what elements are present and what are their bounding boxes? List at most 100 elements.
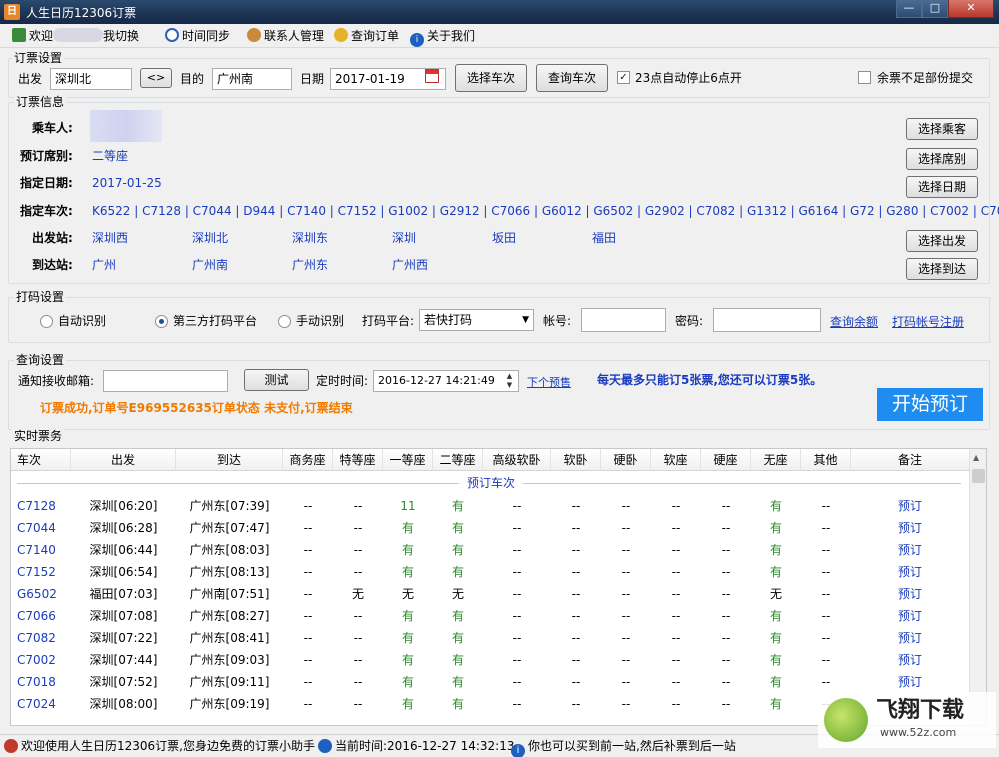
- table-cell: --: [303, 609, 313, 623]
- table-row[interactable]: C7002 深圳[07:44] 广州东[09:03] -- -- 有 有 -- -- -- -- --…: [11, 649, 969, 671]
- column-header[interactable]: 到达: [176, 449, 283, 471]
- next-presale-link[interactable]: 下个预售: [527, 374, 571, 390]
- column-header[interactable]: 软卧: [551, 449, 601, 471]
- table-cell: 11: [400, 499, 416, 513]
- menu-time-sync-label: 时间同步: [182, 29, 231, 43]
- train-number-cell: C7140: [17, 543, 56, 557]
- auto-stop-checkbox[interactable]: ✓: [617, 71, 630, 84]
- book-link[interactable]: 预订: [851, 649, 969, 671]
- table-row[interactable]: C7152 深圳[06:54] 广州东[08:13] -- -- 有 有 -- -- -- -- --…: [11, 561, 969, 583]
- table-row[interactable]: C7018 深圳[07:52] 广州东[09:11] -- -- 有 有 -- -- -- -- --…: [11, 671, 969, 693]
- status-tip-text: 你也可以买到前一站,然后补票到后一站: [528, 739, 736, 753]
- captcha-manual-radio[interactable]: [278, 315, 291, 328]
- captcha-third-party-radio[interactable]: [155, 315, 168, 328]
- user-icon: [12, 28, 26, 42]
- table-row[interactable]: C7044 深圳[06:28] 广州东[07:47] -- -- 有 有 -- -- -- -- --…: [11, 517, 969, 539]
- window-title: 人生日历12306订票: [26, 6, 137, 20]
- timer-input[interactable]: 2016-12-27 14:21:49: [373, 370, 519, 392]
- table-cell: --: [821, 631, 831, 645]
- select-to-button[interactable]: 选择到达: [906, 258, 978, 280]
- column-header[interactable]: 商务座: [283, 449, 333, 471]
- table-cell: --: [353, 631, 363, 645]
- captcha-third-party-label: 第三方打码平台: [173, 314, 258, 328]
- to-label: 目的: [180, 72, 205, 86]
- menu-time-sync[interactable]: 时间同步: [165, 28, 230, 46]
- from-station: 深圳西: [92, 231, 129, 245]
- swap-button[interactable]: <>: [140, 68, 172, 88]
- column-header[interactable]: 出发: [71, 449, 176, 471]
- query-train-button[interactable]: 查询车次: [536, 64, 608, 92]
- column-header[interactable]: 二等座: [433, 449, 483, 471]
- account-input[interactable]: [581, 308, 666, 332]
- column-header[interactable]: 特等座: [333, 449, 383, 471]
- column-header[interactable]: 其他: [801, 449, 851, 471]
- select-train-button[interactable]: 选择车次: [455, 64, 527, 92]
- book-link[interactable]: 预订: [851, 561, 969, 583]
- email-input[interactable]: [103, 370, 228, 392]
- table-cell: --: [571, 499, 581, 513]
- chevron-down-icon: ▼: [522, 315, 529, 325]
- section-label: 预订车次: [459, 476, 524, 490]
- menu-about[interactable]: i 关于我们: [410, 28, 475, 47]
- captcha-auto-radio[interactable]: [40, 315, 53, 328]
- column-header[interactable]: 一等座: [383, 449, 433, 471]
- scrollbar-thumb[interactable]: [972, 469, 985, 483]
- title-bar[interactable]: 日 人生日历12306订票 — □ ✕: [0, 0, 999, 24]
- table-cell: 无: [451, 587, 464, 601]
- menu-query-order[interactable]: 查询订单: [334, 28, 399, 46]
- calendar-icon[interactable]: [425, 69, 439, 83]
- table-cell: --: [721, 587, 731, 601]
- column-header[interactable]: 高级软卧: [483, 449, 551, 471]
- table-cell: --: [353, 521, 363, 535]
- book-link[interactable]: 预订: [851, 517, 969, 539]
- book-link[interactable]: 预订: [851, 583, 969, 605]
- status-time-text: 当前时间:2016-12-27 14:32:13: [335, 739, 515, 753]
- table-row[interactable]: G6502 福田[07:03] 广州南[07:51] -- 无 无 无 -- -- -- -- -- 无…: [11, 583, 969, 605]
- watermark-brand: 飞翔下载: [876, 698, 965, 723]
- captcha-register-link[interactable]: 打码帐号注册: [892, 313, 964, 330]
- book-link[interactable]: 预订: [851, 495, 969, 517]
- table-cell: --: [821, 587, 831, 601]
- captcha-platform-select[interactable]: 若快打码 ▼: [419, 309, 534, 331]
- menu-contacts[interactable]: 联系人管理: [247, 28, 324, 46]
- table-cell: --: [303, 565, 313, 579]
- table-row[interactable]: C7140 深圳[06:44] 广州东[08:03] -- -- 有 有 -- -- -- -- --…: [11, 539, 969, 561]
- table-cell: 无: [769, 587, 782, 601]
- column-header[interactable]: 车次: [11, 449, 71, 471]
- select-passenger-button[interactable]: 选择乘客: [906, 118, 978, 140]
- table-cell: --: [353, 565, 363, 579]
- table-row[interactable]: C7128 深圳[06:20] 广州东[07:39] -- -- 11 有 -- -- -- -- -…: [11, 495, 969, 517]
- select-from-button[interactable]: 选择出发: [906, 230, 978, 252]
- book-link[interactable]: 预订: [851, 671, 969, 693]
- column-header[interactable]: 硬卧: [601, 449, 651, 471]
- vertical-scrollbar[interactable]: ▲: [969, 449, 986, 725]
- column-header[interactable]: 软座: [651, 449, 701, 471]
- table-cell: 深圳[07:52]: [89, 675, 158, 689]
- menu-switch-user[interactable]: 欢迎 我切换: [12, 28, 139, 46]
- table-row[interactable]: C7082 深圳[07:22] 广州东[08:41] -- -- 有 有 -- -- -- -- --…: [11, 627, 969, 649]
- minimize-button[interactable]: —: [896, 0, 922, 18]
- trains-value[interactable]: K6522 | C7128 | C7044 | D944 | C7140 | C…: [92, 203, 999, 219]
- select-date-button[interactable]: 选择日期: [906, 176, 978, 198]
- table-row[interactable]: C7066 深圳[07:08] 广州东[08:27] -- -- 有 有 -- -- -- -- --…: [11, 605, 969, 627]
- close-button[interactable]: ✕: [948, 0, 994, 18]
- scroll-up-icon[interactable]: ▲: [973, 453, 979, 462]
- maximize-button[interactable]: □: [922, 0, 948, 18]
- column-header[interactable]: 无座: [751, 449, 801, 471]
- password-input[interactable]: [713, 308, 821, 332]
- book-link[interactable]: 预订: [851, 627, 969, 649]
- test-button[interactable]: 测试: [244, 369, 309, 391]
- column-header[interactable]: 备注: [851, 449, 969, 471]
- book-link[interactable]: 预订: [851, 605, 969, 627]
- from-input[interactable]: 深圳北: [50, 68, 132, 90]
- column-header[interactable]: 硬座: [701, 449, 751, 471]
- book-link[interactable]: 预订: [851, 539, 969, 561]
- query-balance-link[interactable]: 查询余额: [830, 313, 878, 330]
- partial-submit-checkbox[interactable]: [858, 71, 871, 84]
- table-cell: --: [512, 543, 522, 557]
- table-cell: --: [621, 565, 631, 579]
- to-input[interactable]: 广州南: [212, 68, 292, 90]
- start-booking-button[interactable]: 开始预订: [877, 388, 983, 421]
- select-seat-button[interactable]: 选择席别: [906, 148, 978, 170]
- timer-spinner[interactable]: ▲ ▼: [503, 372, 516, 390]
